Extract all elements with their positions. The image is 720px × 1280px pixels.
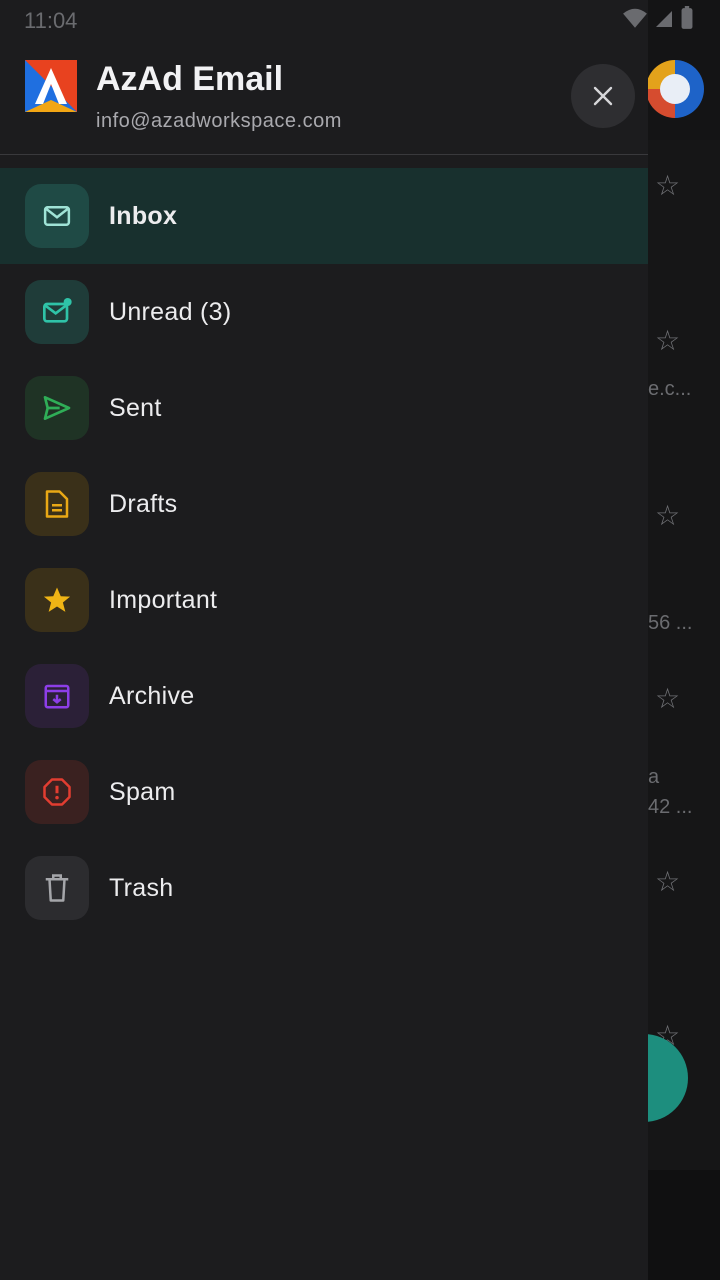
nav-item-inbox[interactable]: Inbox: [0, 168, 648, 264]
nav-label: Sent: [109, 393, 162, 422]
nav-label: Spam: [109, 777, 176, 806]
close-drawer-button[interactable]: [571, 64, 635, 128]
star-icon: [25, 568, 89, 632]
nav-label: Important: [109, 585, 218, 614]
battery-icon: [681, 6, 693, 29]
nav-item-important[interactable]: Important: [0, 552, 648, 648]
status-time: 11:04: [24, 8, 78, 33]
nav-label: Unread (3): [109, 297, 232, 326]
mail-icon: [25, 184, 89, 248]
star-icon[interactable]: ☆: [655, 685, 680, 713]
nav-label: Drafts: [109, 489, 178, 518]
spam-icon: [25, 760, 89, 824]
account-email: info@azadworkspace.com: [96, 110, 342, 132]
signal-icon: [656, 11, 672, 27]
email-snippet: e.c...: [648, 378, 692, 400]
navigation-drawer: AzAd Email info@azadworkspace.com Inbox …: [0, 0, 648, 1280]
star-icon[interactable]: ☆: [655, 868, 680, 896]
draft-icon: [25, 472, 89, 536]
folder-nav: Inbox Unread (3) Sent Drafts Important A…: [0, 168, 648, 936]
star-icon[interactable]: ☆: [655, 327, 680, 355]
email-snippet: 42 ...: [648, 796, 693, 818]
nav-item-unread[interactable]: Unread (3): [0, 264, 648, 360]
app-title: AzAd Email: [96, 60, 284, 98]
status-bar: 11:04: [0, 0, 720, 40]
nav-item-sent[interactable]: Sent: [0, 360, 648, 456]
star-icon[interactable]: ☆: [655, 172, 680, 200]
archive-icon: [25, 664, 89, 728]
mail-unread-icon: [25, 280, 89, 344]
wifi-icon: [623, 8, 647, 28]
email-snippet: 56 ...: [648, 612, 693, 634]
send-icon: [25, 376, 89, 440]
close-icon: [593, 86, 613, 106]
nav-item-spam[interactable]: Spam: [0, 744, 648, 840]
email-snippet: a: [648, 766, 660, 788]
account-avatar[interactable]: [646, 60, 704, 118]
nav-label: Inbox: [109, 201, 178, 230]
star-icon[interactable]: ☆: [655, 502, 680, 530]
app-logo-icon: [25, 60, 77, 112]
nav-item-trash[interactable]: Trash: [0, 840, 648, 936]
nav-label: Trash: [109, 873, 174, 902]
nav-item-drafts[interactable]: Drafts: [0, 456, 648, 552]
nav-item-archive[interactable]: Archive: [0, 648, 648, 744]
nav-label: Archive: [109, 681, 195, 710]
trash-icon: [25, 856, 89, 920]
